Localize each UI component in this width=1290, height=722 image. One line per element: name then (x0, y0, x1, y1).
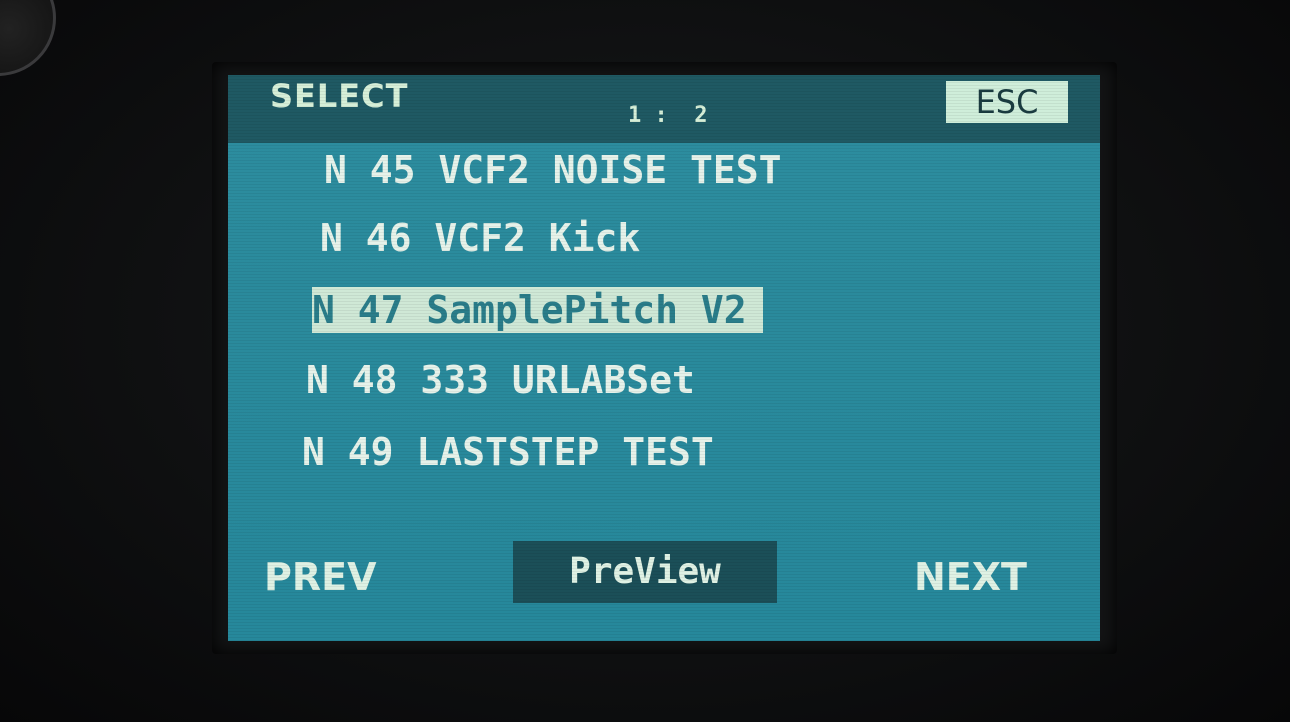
list-item[interactable]: N 49 LASTSTEP TEST (302, 429, 714, 475)
header-bar: SELECT 1 : 2 ESC (228, 75, 1100, 143)
list-item[interactable]: N 48 333 URLABSet (306, 357, 695, 403)
page-counter: 1 : 2 (628, 103, 708, 128)
preview-button[interactable]: PreView (513, 541, 777, 603)
device-panel: SELECT 1 : 2 ESC N 45 VCF2 NOISE TEST N … (0, 0, 1290, 722)
esc-button[interactable]: ESC (946, 81, 1068, 123)
list-item-selected[interactable]: N 47 SamplePitch V2 (312, 287, 763, 333)
next-button[interactable]: NEXT (914, 555, 1027, 599)
encoder-knob[interactable] (0, 0, 56, 76)
list-item[interactable]: N 45 VCF2 NOISE TEST (324, 147, 782, 193)
page-title: SELECT (270, 77, 409, 115)
list-item[interactable]: N 46 VCF2 Kick (320, 215, 640, 261)
prev-button[interactable]: PREV (264, 555, 376, 599)
lcd-screen: SELECT 1 : 2 ESC N 45 VCF2 NOISE TEST N … (228, 75, 1100, 641)
